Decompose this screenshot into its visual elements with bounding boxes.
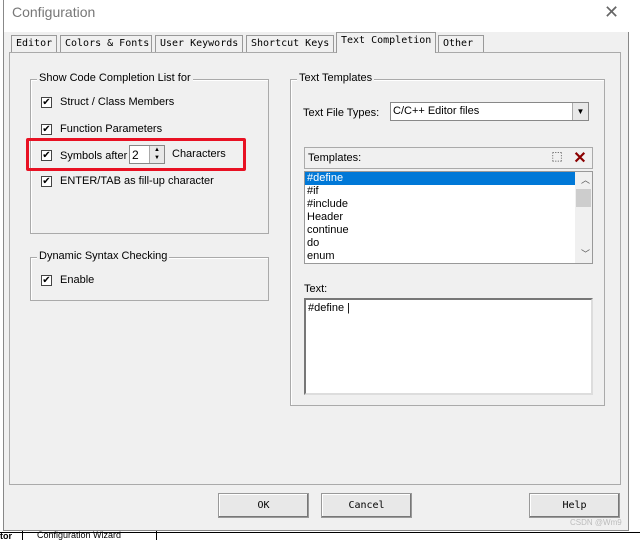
- template-text-value: #define |: [308, 302, 351, 314]
- background-tab-fragment: tor: [0, 531, 12, 541]
- text-label: Text:: [304, 283, 328, 295]
- function-params-label: Function Parameters: [60, 123, 163, 135]
- enter-tab-label: ENTER/TAB as fill-up character: [60, 175, 214, 187]
- title-bar: Configuration ✕: [4, 0, 630, 32]
- enable-checkbox[interactable]: ✔: [41, 275, 52, 286]
- list-item[interactable]: #if: [305, 185, 592, 198]
- list-item[interactable]: #define: [305, 172, 575, 185]
- list-item[interactable]: enum: [305, 250, 592, 263]
- templates-list[interactable]: #define #if #include Header continue do …: [304, 171, 593, 264]
- file-types-label: Text File Types:: [303, 107, 380, 119]
- window-title: Configuration: [12, 4, 96, 20]
- template-text-area[interactable]: #define |: [304, 298, 593, 395]
- delete-template-icon[interactable]: ✕: [570, 148, 590, 167]
- scroll-down-icon[interactable]: ﹀: [579, 248, 590, 261]
- new-template-icon[interactable]: ⬚: [547, 149, 567, 167]
- list-item[interactable]: Header: [305, 211, 592, 224]
- syntax-group: Dynamic Syntax Checking ✔ Enable: [30, 250, 269, 301]
- watermark: CSDN @Wm9: [570, 518, 622, 527]
- ok-button[interactable]: OK: [218, 493, 309, 518]
- scroll-up-icon[interactable]: ︿: [579, 174, 590, 187]
- function-params-checkbox[interactable]: ✔: [41, 124, 52, 135]
- templates-header: Templates: ⬚ ✕: [304, 147, 593, 169]
- cancel-button[interactable]: Cancel: [321, 493, 412, 518]
- tab-text-completion[interactable]: Text Completion: [336, 32, 436, 53]
- configuration-wizard-tab[interactable]: Configuration Wizard: [22, 531, 157, 540]
- configuration-dialog: Configuration ✕ Editor Colors & Fonts Us…: [3, 0, 630, 531]
- help-button[interactable]: Help: [529, 493, 620, 518]
- highlight-box: [26, 138, 246, 171]
- text-templates-title: Text Templates: [297, 72, 375, 84]
- completion-group-title: Show Code Completion List for: [37, 72, 193, 84]
- struct-members-checkbox[interactable]: ✔: [41, 97, 52, 108]
- close-icon[interactable]: ✕: [604, 2, 619, 23]
- tab-colors-fonts[interactable]: Colors & Fonts: [60, 35, 152, 53]
- templates-label: Templates:: [308, 152, 362, 164]
- text-templates-group: Text Templates Text File Types: C/C++ Ed…: [290, 72, 605, 406]
- tab-other[interactable]: Other: [438, 35, 484, 53]
- syntax-group-title: Dynamic Syntax Checking: [37, 250, 170, 262]
- list-item[interactable]: do: [305, 237, 592, 250]
- list-item[interactable]: #include: [305, 198, 592, 211]
- tab-user-keywords[interactable]: User Keywords: [155, 35, 243, 53]
- templates-scrollbar[interactable]: ︿ ﹀: [575, 172, 592, 263]
- file-types-dropdown[interactable]: C/C++ Editor files ▼: [390, 102, 589, 121]
- file-types-value: C/C++ Editor files: [393, 105, 480, 117]
- scroll-thumb[interactable]: [576, 189, 591, 207]
- enable-label: Enable: [60, 274, 95, 286]
- tab-editor[interactable]: Editor: [11, 35, 57, 53]
- enter-tab-checkbox[interactable]: ✔: [41, 176, 52, 187]
- struct-members-label: Struct / Class Members: [60, 96, 175, 108]
- text-completion-panel: Show Code Completion List for ✔ Struct /…: [9, 52, 621, 485]
- list-item[interactable]: continue: [305, 224, 592, 237]
- tab-shortcut-keys[interactable]: Shortcut Keys: [246, 35, 334, 53]
- dropdown-arrow-icon[interactable]: ▼: [572, 103, 588, 120]
